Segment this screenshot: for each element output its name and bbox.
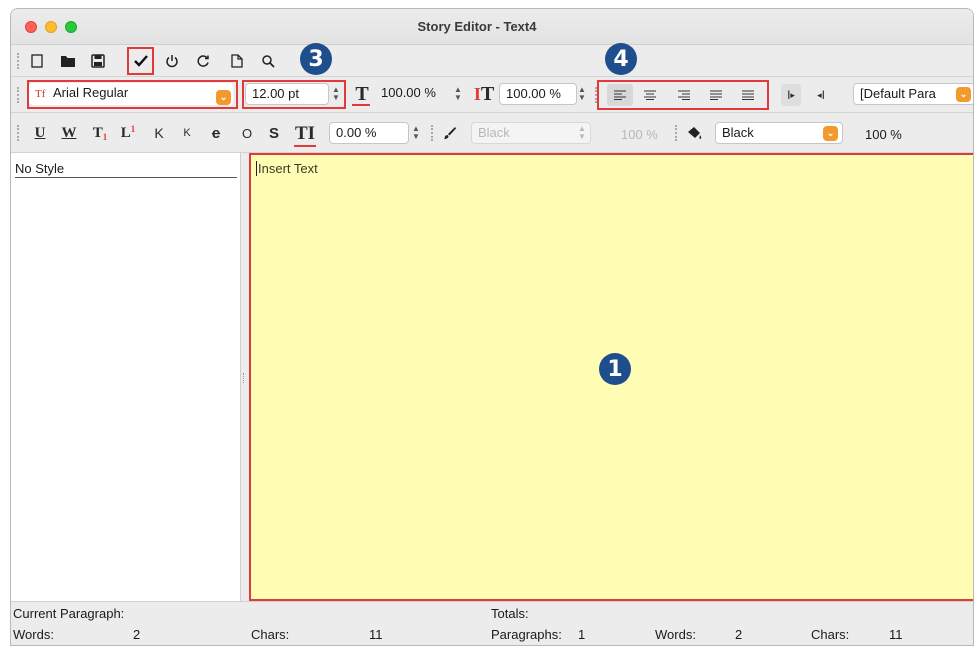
chars-label: Chars:: [251, 627, 290, 642]
toolbar-grip[interactable]: [675, 125, 679, 141]
vertical-scale-input[interactable]: 100.00 %: [499, 83, 577, 105]
vertical-scale-stepper[interactable]: ▲ ▼: [575, 83, 589, 105]
tracking-icon: TI: [294, 122, 316, 144]
paragraphs-label: Paragraphs:: [491, 627, 562, 642]
horizontal-scale-icon: T: [355, 83, 369, 105]
strikethrough-icon[interactable]: e: [207, 124, 225, 142]
toolbar-grip[interactable]: [431, 125, 435, 141]
callout-4: 4: [605, 43, 637, 75]
page-icon[interactable]: [229, 53, 245, 69]
tracking-input[interactable]: 0.00 %: [329, 122, 409, 144]
outline-icon[interactable]: O: [239, 124, 255, 142]
superscript-icon[interactable]: L1: [119, 124, 137, 142]
search-icon[interactable]: [259, 53, 277, 69]
horizontal-scale-stepper[interactable]: ▲ ▼: [451, 83, 465, 105]
power-icon[interactable]: [163, 53, 181, 69]
indent-out-icon[interactable]: ◂ I: [811, 84, 831, 106]
editor-text[interactable]: Insert Text: [256, 161, 318, 176]
chevron-down-icon[interactable]: ⌄: [823, 126, 838, 141]
toolbar-grip[interactable]: [595, 87, 599, 103]
indent-in-icon[interactable]: I ▸: [781, 84, 801, 106]
style-item-no-style[interactable]: No Style: [15, 161, 237, 178]
words-label: Words:: [13, 627, 54, 642]
font-type-icon: Tf: [35, 88, 46, 100]
justify-all-icon[interactable]: [737, 84, 759, 106]
main-toolbar: 3 4: [11, 43, 973, 77]
font-size-stepper[interactable]: ▲ ▼: [329, 83, 343, 105]
align-right-icon[interactable]: [673, 84, 695, 106]
status-bar: Current Paragraph: Words: 2 Chars: 11 To…: [11, 601, 973, 645]
splitter-grip[interactable]: [243, 373, 246, 383]
total-words-label: Words:: [655, 627, 696, 642]
apply-checkmark-icon[interactable]: [131, 52, 151, 70]
toolbar-grip[interactable]: [17, 87, 21, 103]
callout-3: 3: [300, 43, 332, 75]
fill-opacity-value: 100 %: [865, 127, 902, 142]
totals-label: Totals:: [491, 606, 529, 621]
refresh-icon[interactable]: [194, 53, 212, 69]
current-paragraph-label: Current Paragraph:: [13, 606, 125, 621]
title-bar: Story Editor - Text4: [11, 9, 973, 45]
total-chars-value: 11: [889, 627, 903, 642]
paragraphs-value: 1: [578, 627, 586, 642]
total-chars-label: Chars:: [811, 627, 850, 642]
chars-value: 11: [369, 627, 383, 642]
tracking-stepper[interactable]: ▲ ▼: [409, 122, 423, 144]
window-title: Story Editor - Text4: [417, 19, 537, 34]
brush-icon[interactable]: [441, 124, 459, 142]
font-family-select[interactable]: Tf Arial Regular: [29, 83, 233, 105]
save-icon[interactable]: [89, 53, 107, 69]
align-left-icon[interactable]: [607, 84, 633, 106]
open-folder-icon[interactable]: [59, 53, 77, 69]
shadow-icon[interactable]: S: [265, 124, 283, 142]
justify-icon[interactable]: [705, 84, 727, 106]
word-underline-icon[interactable]: W: [59, 124, 79, 142]
vertical-scale-icon: IT: [473, 83, 495, 105]
text-editor-area[interactable]: Insert Text 1: [249, 153, 973, 601]
callout-1: 1: [599, 353, 631, 385]
character-toolbar: Tf Arial Regular ⌄ 12.00 pt ▲ ▼ T 100.00 …: [11, 77, 973, 113]
stroke-opacity-value: 100 %: [621, 127, 658, 142]
underline-icon[interactable]: U: [31, 124, 49, 142]
toolbar-grip[interactable]: [17, 125, 21, 141]
fill-bucket-icon[interactable]: [683, 124, 705, 142]
chevron-down-icon[interactable]: ⌄: [216, 90, 231, 105]
text-effects-toolbar: U W T1 L1 K K e O S TI 0.00 % ▲ ▼ Black ▲…: [11, 113, 973, 153]
toolbar-grip[interactable]: [17, 53, 21, 69]
total-words-value: 2: [735, 627, 743, 642]
all-caps-icon[interactable]: K: [179, 124, 195, 142]
stroke-color-select[interactable]: Black: [471, 122, 591, 144]
horizontal-scale-input[interactable]: 100.00 %: [375, 83, 453, 105]
small-caps-icon[interactable]: K: [151, 124, 167, 142]
subscript-icon[interactable]: T1: [91, 124, 109, 142]
story-editor-window: Story Editor - Text4 3 4 Tf Arial Regula…: [10, 8, 974, 646]
font-family-value: Arial Regular: [53, 85, 129, 100]
tracking-underline: [294, 145, 316, 147]
new-document-icon[interactable]: [29, 53, 45, 69]
align-center-icon[interactable]: [639, 84, 661, 106]
words-value: 2: [133, 627, 141, 642]
chevron-down-icon[interactable]: ⌄: [956, 87, 971, 102]
stroke-color-stepper[interactable]: ▲ ▼: [575, 122, 589, 144]
horizontal-scale-underline: [352, 104, 370, 106]
font-size-input[interactable]: 12.00 pt: [245, 83, 329, 105]
style-list-panel: No Style: [11, 153, 241, 601]
